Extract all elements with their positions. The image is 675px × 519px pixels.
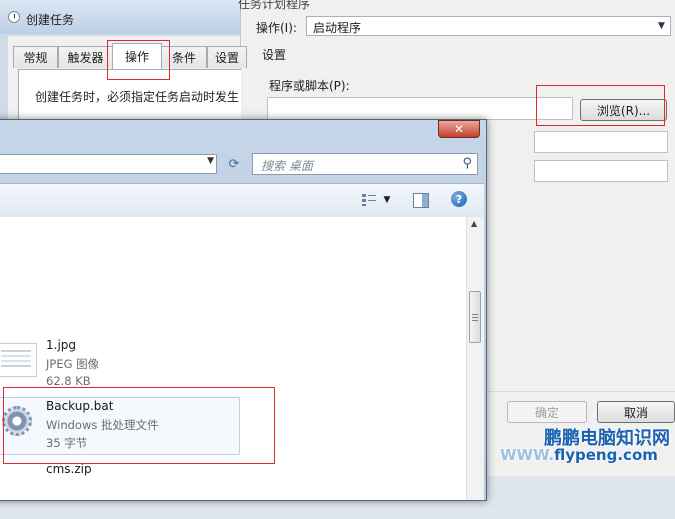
search-placeholder: 搜索 桌面 (261, 159, 313, 173)
open-file-dialog: ✕ ▼ ⟳ 搜索 桌面 ⚲ ▼ ? ▲ 1.jpg JPEG 图像 62.8 K… (0, 119, 487, 501)
tab-triggers[interactable]: 触发器 (58, 46, 113, 68)
vertical-scrollbar[interactable]: ▲ (466, 217, 484, 500)
action-combobox-value: 启动程序 (313, 21, 362, 35)
address-bar[interactable]: ▼ (0, 154, 217, 174)
settings-group-label: 设置 (262, 48, 287, 62)
file-name: cms.zip (46, 462, 92, 476)
search-icon[interactable]: ⚲ (462, 156, 472, 171)
close-icon: ✕ (453, 122, 465, 136)
scroll-up-icon[interactable]: ▲ (471, 219, 477, 228)
program-script-label: 程序或脚本(P): (269, 79, 350, 93)
file-size: 62.8 KB (46, 374, 91, 388)
image-icon (0, 343, 37, 377)
chevron-down-icon[interactable]: ▼ (207, 156, 214, 166)
help-icon[interactable]: ? (451, 191, 467, 207)
file-type: Windows 批处理文件 (46, 418, 159, 432)
chevron-down-icon[interactable]: ▼ (653, 17, 670, 35)
file-type: JPEG 图像 (46, 357, 100, 371)
chevron-down-icon[interactable]: ▼ (381, 191, 393, 209)
watermark-url: WWW.flypeng.com (500, 446, 658, 464)
batch-file-icon (0, 404, 37, 438)
tab-general[interactable]: 常规 (13, 46, 58, 68)
file-list: ▲ 1.jpg JPEG 图像 62.8 KB Backup.bat Windo… (0, 217, 484, 500)
ok-button[interactable]: 确定 (507, 401, 587, 423)
toolbar: ▼ ? (0, 183, 484, 218)
file-name: 1.jpg (46, 338, 77, 352)
view-options-icon[interactable] (359, 191, 379, 209)
tab-info-text: 创建任务时，必须指定任务启动时发生 (35, 90, 240, 104)
tab-conditions[interactable]: 条件 (161, 46, 207, 68)
program-path-input[interactable] (267, 97, 573, 120)
start-in-input[interactable] (534, 160, 668, 182)
arguments-input[interactable] (534, 131, 668, 153)
refresh-icon[interactable]: ⟳ (223, 154, 245, 174)
watermark-url-domain: flypeng.com (554, 446, 658, 464)
close-button[interactable]: ✕ (438, 120, 480, 138)
behind-window-title: 任务计划程序 (238, 0, 311, 11)
watermark-url-prefix: WWW. (500, 446, 555, 464)
file-size: 35 字节 (46, 436, 88, 450)
tab-settings[interactable]: 设置 (207, 46, 247, 68)
gear-icon (2, 406, 32, 436)
grip-icon (472, 314, 478, 321)
list-item-selected[interactable]: Backup.bat Windows 批处理文件 35 字节 (0, 397, 240, 455)
list-item[interactable]: 1.jpg JPEG 图像 62.8 KB (0, 337, 211, 395)
list-item[interactable]: cms.zip (0, 461, 211, 519)
cancel-button[interactable]: 取消 (597, 401, 675, 423)
preview-pane-icon[interactable] (412, 191, 430, 209)
search-input[interactable]: 搜索 桌面 ⚲ (252, 153, 478, 175)
zip-icon (0, 467, 37, 501)
browse-button[interactable]: 浏览(R)... (580, 99, 667, 121)
action-combobox[interactable]: 启动程序 ▼ (306, 16, 671, 36)
window-title: 创建任务 (26, 13, 75, 27)
tab-actions[interactable]: 操作 (112, 43, 162, 69)
scrollbar-thumb[interactable] (469, 291, 481, 343)
clock-icon (8, 11, 20, 23)
title-bar: 创建任务 (0, 0, 240, 34)
file-name: Backup.bat (46, 399, 114, 413)
action-label: 操作(I): (256, 21, 297, 35)
